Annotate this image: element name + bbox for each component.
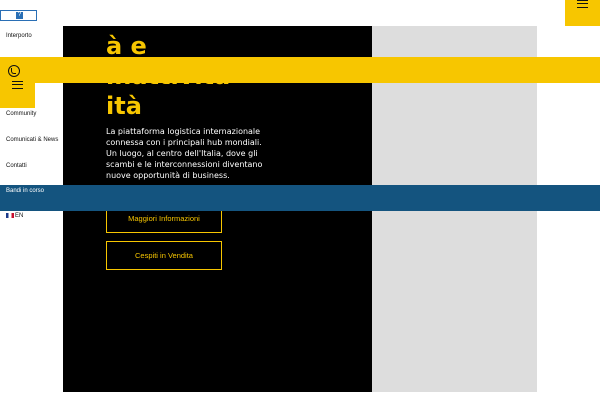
sticky-contact-bar: [0, 57, 600, 83]
top-menu-button[interactable]: [565, 0, 600, 26]
hero-title-line-1: à e: [106, 32, 147, 60]
nav-item-interporto[interactable]: Interporto: [6, 32, 32, 40]
language-switcher[interactable]: EN: [6, 213, 23, 219]
assets-for-sale-button[interactable]: Cespiti in Vendita: [106, 241, 222, 270]
logo[interactable]: ?: [0, 10, 37, 21]
nav-item-community[interactable]: Community: [6, 110, 36, 118]
hamburger-menu-icon[interactable]: [12, 81, 23, 89]
announcement-bar: Bandi in corso: [0, 185, 600, 211]
hero-description: La piattaforma logistica internazionale …: [106, 127, 263, 180]
logo-icon: ?: [16, 12, 23, 19]
hamburger-menu-icon: [577, 0, 588, 8]
nav-item-comunicati-news[interactable]: Comunicati & News: [6, 136, 58, 144]
phone-icon[interactable]: [8, 65, 20, 77]
nav-item-bandi-in-corso[interactable]: Bandi in corso: [6, 188, 44, 194]
language-label: EN: [15, 213, 24, 220]
uk-flag-icon: [6, 213, 14, 218]
nav-item-contatti[interactable]: Contatti: [6, 162, 27, 170]
hero-title-line-3: ità: [106, 92, 142, 120]
sticky-contact-tab: [0, 57, 35, 108]
